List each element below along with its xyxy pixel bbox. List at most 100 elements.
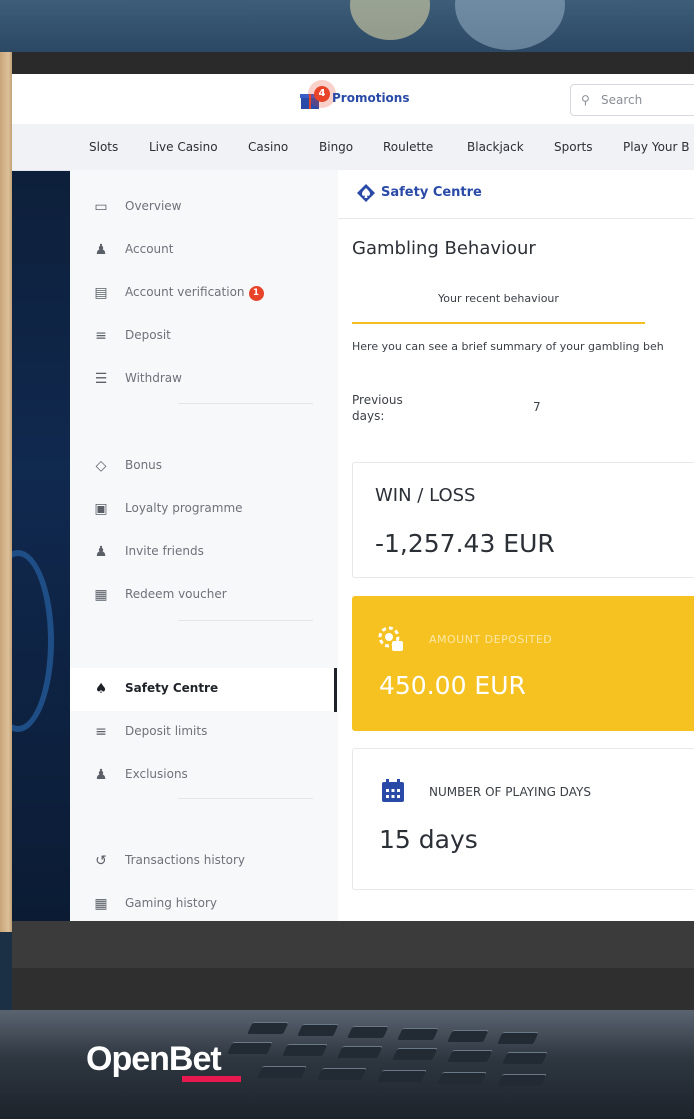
nav-slots[interactable]: Slots [89,140,118,154]
casino-chips-icon [378,626,403,651]
safety-centre-title: Safety Centre [381,185,482,200]
keyboard-key [317,1068,367,1080]
sidebar-item-label: Bonus [125,458,163,472]
keyboard-key [227,1042,273,1054]
history-icon: ↺ [95,853,107,869]
sidebar-item-transactions-history[interactable]: ↺ Transactions history [70,840,338,883]
sidebar-item-deposit-limits[interactable]: ≡ Deposit limits [70,711,338,754]
keyboard-key [392,1048,438,1060]
keyboard-key [502,1052,548,1064]
keyboard-key [247,1022,289,1034]
nav-blackjack[interactable]: Blackjack [467,140,524,154]
promotions-count-badge: 4 [314,86,330,102]
amount-deposited-card: AMOUNT DEPOSITED 450.00 EUR [352,596,694,731]
nav-live-casino[interactable]: Live Casino [149,140,218,154]
playing-days-value: 15 days [379,825,478,854]
sidebar-item-withdraw[interactable]: ☰ Withdraw [70,358,338,401]
logo-underline [182,1076,241,1082]
openbet-logo: OpenBet [86,1040,222,1078]
keyboard-key [337,1046,383,1058]
keyboard-key [497,1074,547,1086]
sidebar-item-label: Gaming history [125,896,217,910]
gift-icon: ▦ [94,587,108,603]
win-loss-label: WIN / LOSS [375,485,476,506]
search-placeholder: Search [601,93,643,107]
verification-badge: 1 [248,286,264,301]
nav-casino[interactable]: Casino [248,140,288,154]
keyboard-key [297,1024,339,1036]
casino-hero-strip [12,170,70,921]
gaming-history-icon: ▦ [94,896,108,912]
bokeh-light [350,0,430,40]
hero-decoration [12,550,54,732]
sidebar-item-gaming-history[interactable]: ▦ Gaming history [70,883,338,921]
promotions-link[interactable]: Promotions [332,91,409,105]
sidebar-item-label: Account verification 1 [125,285,264,301]
safety-centre-header: Safety Centre [338,170,694,219]
win-loss-value: -1,257.43 EUR [375,529,555,558]
sidebar-item-label: Account [125,242,174,256]
win-loss-card: WIN / LOSS -1,257.43 EUR [352,462,694,578]
sidebar-divider [178,620,313,621]
previous-days-label: Previous days: [352,393,403,423]
keyboard-key [282,1044,328,1056]
keyboard-key [437,1072,487,1084]
sidebar-item-exclusions[interactable]: ♟ Exclusions [70,754,338,797]
bokeh-light [455,0,565,50]
active-item-indicator [334,668,337,712]
keyboard-key [447,1050,493,1062]
amount-deposited-value: 450.00 EUR [379,671,526,700]
tab-label: Your recent behaviour [438,292,559,305]
playing-days-card: NUMBER OF PLAYING DAYS 15 days [352,748,694,890]
nav-roulette[interactable]: Roulette [383,140,433,154]
nav-play-your-bet[interactable]: Play Your B [623,140,690,154]
sidebar-item-label: Withdraw [125,371,182,385]
spade-icon: ♠ [94,681,108,697]
sidebar-item-bonus[interactable]: ◇ Bonus [70,445,338,488]
sidebar-item-account-verification[interactable]: ▤ Account verification 1 [70,272,338,315]
keyboard-key [497,1032,539,1044]
deposit-icon: ≡ [95,328,107,344]
diamond-icon: ◇ [95,458,107,474]
sidebar-item-label: Exclusions [125,767,188,781]
withdraw-icon: ☰ [94,371,108,387]
top-header: 4 Promotions ⚲ Search [12,74,694,124]
category-nav: Slots Live Casino Casino Bingo Roulette … [12,124,694,171]
sidebar-item-label: Invite friends [125,544,204,558]
sidebar-item-label: Deposit [125,328,171,342]
sidebar-item-account[interactable]: ♟ Account [70,229,338,272]
sidebar-divider [178,403,313,404]
id-card-icon: ▤ [94,285,108,301]
monitor-bezel-bottom [12,921,694,971]
search-input[interactable]: ⚲ Search [570,84,694,116]
sidebar-item-loyalty-programme[interactable]: ▣ Loyalty programme [70,488,338,531]
sidebar-item-invite-friends[interactable]: ♟ Invite friends [70,531,338,574]
keyboard-key [347,1026,389,1038]
nav-bingo[interactable]: Bingo [319,140,353,154]
sidebar-item-safety-centre[interactable]: ♠ Safety Centre [70,668,338,711]
sidebar-item-label: Overview [125,199,182,213]
search-icon: ⚲ [581,93,590,107]
loyalty-card-icon: ▣ [94,501,108,517]
sidebar-item-overview[interactable]: ▭ Overview [70,186,338,229]
keyboard-key [377,1070,427,1082]
monitor-stand [12,968,694,1013]
nav-sports[interactable]: Sports [554,140,592,154]
user-icon: ♟ [94,242,108,258]
sidebar-item-label: Transactions history [125,853,245,867]
monitor-screen: 4 Promotions ⚲ Search Slots Live Casino … [12,74,694,921]
sidebar-item-label: Deposit limits [125,724,208,738]
calendar-icon [382,779,404,802]
sidebar-item-deposit[interactable]: ≡ Deposit [70,315,338,358]
sidebar-divider [178,798,313,799]
tab-recent-behaviour[interactable]: Your recent behaviour [352,288,645,324]
page-title: Gambling Behaviour [352,238,536,259]
keyboard-key [447,1030,489,1042]
keyboard-key [257,1066,307,1078]
sidebar-item-redeem-voucher[interactable]: ▦ Redeem voucher [70,574,338,617]
monitor-icon: ▭ [94,199,108,215]
previous-days-value[interactable]: 7 [533,400,541,414]
spade-badge-icon [357,184,375,202]
sidebar-item-label: Loyalty programme [125,501,243,515]
exclude-user-icon: ♟ [94,767,108,783]
